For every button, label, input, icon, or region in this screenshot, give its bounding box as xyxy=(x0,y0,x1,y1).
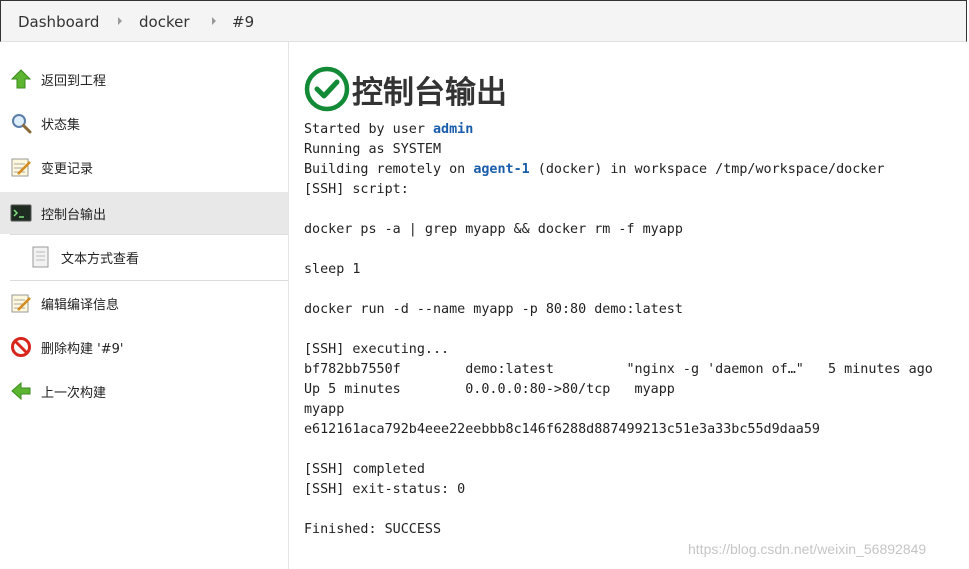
breadcrumb-bar: Dashboard docker #9 xyxy=(0,0,967,42)
agent-link[interactable]: agent-1 xyxy=(473,162,529,177)
sidebar-item-edit-build-info[interactable]: 编辑编译信息 xyxy=(0,282,288,324)
sidebar-item-label: 编辑编译信息 xyxy=(41,298,120,313)
sidebar-item-label: 文本方式查看 xyxy=(61,252,140,267)
breadcrumb-dashboard[interactable]: Dashboard xyxy=(18,13,99,31)
console-line: [SSH] executing... xyxy=(304,342,450,357)
sidebar-divider xyxy=(10,234,288,235)
console-line: docker ps -a | grep myapp && docker rm -… xyxy=(304,222,683,237)
breadcrumb-docker[interactable]: docker xyxy=(139,13,190,31)
up-arrow-icon xyxy=(10,68,32,90)
console-line: e612161aca792b4eee22eebbb8c146f6288d8874… xyxy=(304,422,820,437)
magnifier-icon xyxy=(10,112,32,134)
console-line: docker run -d --name myapp -p 80:80 demo… xyxy=(304,302,683,317)
main-content: 控制台输出 Started by user admin Running as S… xyxy=(290,42,967,569)
page-title: 控制台输出 xyxy=(352,75,507,111)
sidebar-item-label: 删除构建 '#9' xyxy=(41,342,124,357)
sidebar: 返回到工程 状态集 变更记录 控制台输出 文本方式查看 编辑编译信息 删除构建 … xyxy=(0,42,289,569)
console-line: myapp xyxy=(304,402,345,417)
console-line: (docker) in workspace /tmp/workspace/doc… xyxy=(529,162,885,177)
notepad-icon xyxy=(10,292,32,314)
console-output: Started by user admin Running as SYSTEM … xyxy=(304,120,933,540)
sidebar-item-status[interactable]: 状态集 xyxy=(0,102,288,144)
sidebar-divider xyxy=(10,280,288,281)
console-line: [SSH] exit-status: 0 xyxy=(304,482,466,497)
terminal-icon xyxy=(10,202,32,224)
sidebar-item-label: 控制台输出 xyxy=(41,208,107,223)
sidebar-item-delete-build[interactable]: 删除构建 '#9' xyxy=(0,326,288,368)
sidebar-item-label: 状态集 xyxy=(41,118,81,133)
success-check-icon xyxy=(304,66,350,112)
breadcrumb-separator-icon[interactable] xyxy=(212,17,216,25)
sidebar-item-label: 上一次构建 xyxy=(41,386,107,401)
console-line: sleep 1 xyxy=(304,262,361,277)
sidebar-item-back-to-project[interactable]: 返回到工程 xyxy=(0,58,288,100)
sidebar-item-previous-build[interactable]: 上一次构建 xyxy=(0,370,288,412)
document-icon xyxy=(30,246,52,268)
sidebar-item-label: 变更记录 xyxy=(41,162,94,177)
console-line: Finished: SUCCESS xyxy=(304,522,442,537)
sidebar-item-label: 返回到工程 xyxy=(41,74,107,89)
sidebar-item-view-as-text[interactable]: 文本方式查看 xyxy=(0,236,288,278)
console-line: Building remotely on xyxy=(304,162,474,177)
no-entry-icon xyxy=(10,336,32,358)
console-line: bf782bb7550f demo:latest "nginx -g 'daem… xyxy=(304,362,933,377)
console-line: Up 5 minutes 0.0.0.0:80->80/tcp myapp xyxy=(304,382,675,397)
watermark: https://blog.csdn.net/weixin_56892849 xyxy=(688,541,927,557)
breadcrumb-build-9[interactable]: #9 xyxy=(232,13,254,31)
console-line: Started by user xyxy=(304,122,433,137)
console-line: [SSH] script: xyxy=(304,182,409,197)
left-arrow-icon xyxy=(10,380,32,402)
breadcrumb-separator-icon[interactable] xyxy=(118,17,122,25)
notepad-icon xyxy=(10,156,32,178)
sidebar-item-changes[interactable]: 变更记录 xyxy=(0,146,288,188)
console-line: [SSH] completed xyxy=(304,462,425,477)
user-link[interactable]: admin xyxy=(433,122,473,137)
sidebar-item-console-output[interactable]: 控制台输出 xyxy=(0,192,288,234)
console-line: Running as SYSTEM xyxy=(304,142,442,157)
